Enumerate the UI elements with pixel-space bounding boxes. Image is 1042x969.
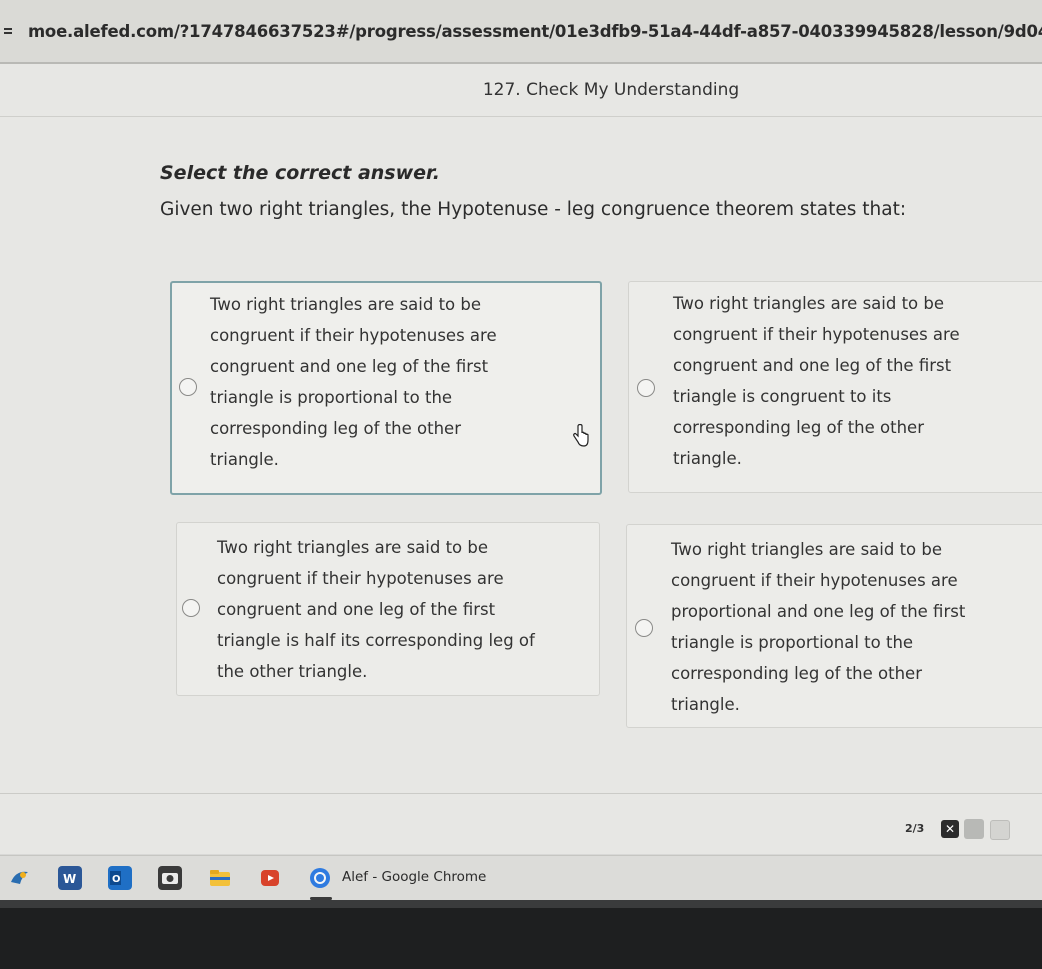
option-line: congruent and one leg of the first xyxy=(673,356,952,375)
option-line: Two right triangles are said to be xyxy=(671,540,943,559)
footer-divider xyxy=(0,793,1042,794)
lesson-page: 127. Check My Understanding Select the c… xyxy=(0,64,1042,854)
option-line: Two right triangles are said to be xyxy=(673,294,945,313)
option-line: triangle is half its corresponding leg o… xyxy=(217,631,535,650)
lesson-header: 127. Check My Understanding xyxy=(0,64,1042,117)
option-line: congruent if their hypotenuses are xyxy=(217,569,504,588)
option-line: congruent if their hypotenuses are xyxy=(210,326,497,345)
chrome-window-label[interactable]: Alef - Google Chrome xyxy=(342,869,486,885)
taskbar: W O Alef - Google Chrome xyxy=(0,855,1042,901)
answer-option-2-text: Two right triangles are said to be congr… xyxy=(673,288,960,474)
url-text[interactable]: moe.alefed.com/?1747846637523#/progress/… xyxy=(28,22,1042,41)
address-bar[interactable]: moe.alefed.com/?1747846637523#/progress/… xyxy=(0,0,1042,64)
svg-text:W: W xyxy=(63,872,76,886)
file-explorer-icon[interactable] xyxy=(208,866,232,890)
outlook-icon[interactable]: O xyxy=(108,866,132,890)
question-instruction: Select the correct answer. xyxy=(160,162,440,184)
search-app-icon[interactable] xyxy=(8,866,32,890)
option-line: proportional and one leg of the first xyxy=(671,602,966,621)
svg-text:O: O xyxy=(112,874,121,885)
option-line: congruent and one leg of the first xyxy=(217,600,496,619)
option-line: triangle is proportional to the xyxy=(210,388,453,407)
radio-button-3[interactable] xyxy=(182,599,200,617)
lesson-title: 127. Check My Understanding xyxy=(482,80,740,100)
media-player-icon[interactable] xyxy=(258,866,282,890)
progress-current-indicator xyxy=(964,819,984,839)
answer-option-4[interactable]: Two right triangles are said to be congr… xyxy=(626,524,1042,728)
word-icon[interactable]: W xyxy=(58,866,82,890)
option-line: corresponding leg of the other xyxy=(673,418,924,437)
option-line: corresponding leg of the other xyxy=(671,664,922,683)
progress-counter: 2/3 xyxy=(905,822,925,835)
option-line: triangle. xyxy=(210,450,279,469)
site-info-icon[interactable] xyxy=(2,25,14,37)
answer-option-1[interactable]: Two right triangles are said to be congr… xyxy=(170,281,602,495)
radio-button-2[interactable] xyxy=(637,379,655,397)
answer-option-1-text: Two right triangles are said to be congr… xyxy=(210,289,497,475)
option-line: the other triangle. xyxy=(217,662,368,681)
option-line: congruent if their hypotenuses are xyxy=(671,571,958,590)
option-line: triangle is congruent to its xyxy=(673,387,892,406)
option-line: corresponding leg of the other xyxy=(210,419,461,438)
option-line: congruent and one leg of the first xyxy=(210,357,489,376)
progress-wrong-icon: ✕ xyxy=(941,820,959,838)
option-line: triangle. xyxy=(671,695,740,714)
camera-icon[interactable] xyxy=(158,866,182,890)
bezel-edge xyxy=(0,900,1042,908)
option-line: Two right triangles are said to be xyxy=(217,538,489,557)
chrome-icon[interactable] xyxy=(308,866,332,890)
answer-option-3-text: Two right triangles are said to be congr… xyxy=(217,532,535,687)
option-line: Two right triangles are said to be xyxy=(210,295,482,314)
radio-button-4[interactable] xyxy=(635,619,653,637)
radio-button-1[interactable] xyxy=(179,378,197,396)
answer-option-2[interactable]: Two right triangles are said to be congr… xyxy=(628,281,1042,493)
screen-bezel xyxy=(0,900,1042,969)
answer-option-4-text: Two right triangles are said to be congr… xyxy=(671,534,965,720)
hand-cursor-icon xyxy=(572,423,590,452)
progress-next-indicator xyxy=(990,820,1010,840)
option-line: congruent if their hypotenuses are xyxy=(673,325,960,344)
option-line: triangle is proportional to the xyxy=(671,633,914,652)
option-line: triangle. xyxy=(673,449,742,468)
answer-option-3[interactable]: Two right triangles are said to be congr… xyxy=(176,522,600,696)
question-prompt: Given two right triangles, the Hypotenus… xyxy=(160,199,907,220)
